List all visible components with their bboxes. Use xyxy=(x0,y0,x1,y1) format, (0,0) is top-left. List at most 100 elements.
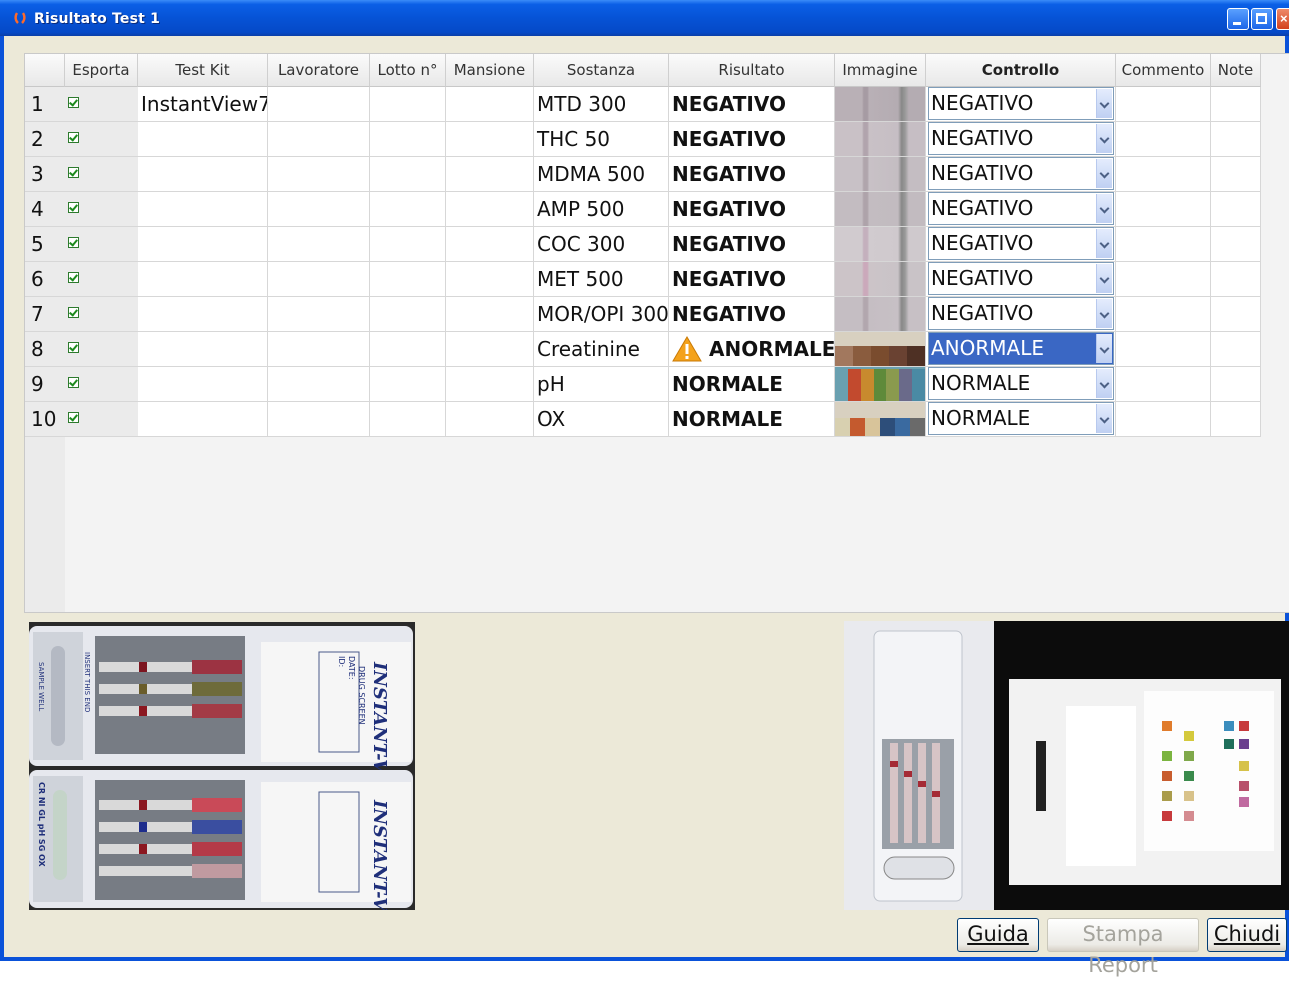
worker-cell[interactable] xyxy=(268,262,370,297)
note-cell[interactable] xyxy=(1211,262,1261,297)
lot-cell[interactable] xyxy=(370,157,446,192)
worker-cell[interactable] xyxy=(268,332,370,367)
role-cell[interactable] xyxy=(446,227,534,262)
checkbox-checked-icon[interactable] xyxy=(68,202,79,213)
worker-cell[interactable] xyxy=(268,192,370,227)
control-cell[interactable]: NEGATIVO xyxy=(926,122,1116,157)
table-row[interactable]: 7 MOR/OPI 300 NEGATIVO NEGATIVO xyxy=(25,297,1261,332)
chevron-down-icon[interactable] xyxy=(1096,334,1112,363)
note-cell[interactable] xyxy=(1211,157,1261,192)
chevron-down-icon[interactable] xyxy=(1096,124,1112,153)
export-checkbox[interactable] xyxy=(65,122,138,157)
chevron-down-icon[interactable] xyxy=(1096,264,1112,293)
control-cell[interactable]: NEGATIVO xyxy=(926,262,1116,297)
control-cell[interactable]: NEGATIVO xyxy=(926,192,1116,227)
table-row[interactable]: 6 MET 500 NEGATIVO NEGATIVO xyxy=(25,262,1261,297)
role-cell[interactable] xyxy=(446,262,534,297)
table-row[interactable]: 10 OX NORMALE NORMALE xyxy=(25,402,1261,437)
chevron-down-icon[interactable] xyxy=(1096,404,1112,433)
table-row[interactable]: 2 THC 50 NEGATIVO NEGATIVO xyxy=(25,122,1261,157)
export-checkbox[interactable] xyxy=(65,332,138,367)
lot-cell[interactable] xyxy=(370,122,446,157)
control-dropdown[interactable]: NEGATIVO xyxy=(928,192,1114,225)
table-row[interactable]: 5 COC 300 NEGATIVO NEGATIVO xyxy=(25,227,1261,262)
lot-cell[interactable] xyxy=(370,262,446,297)
table-row[interactable]: 3 MDMA 500 NEGATIVO NEGATIVO xyxy=(25,157,1261,192)
control-dropdown[interactable]: NEGATIVO xyxy=(928,262,1114,295)
col-header-controllo[interactable]: Controllo xyxy=(926,54,1116,87)
worker-cell[interactable] xyxy=(268,227,370,262)
close-button[interactable]: Chiudi xyxy=(1207,918,1287,952)
lot-cell[interactable] xyxy=(370,192,446,227)
checkbox-checked-icon[interactable] xyxy=(68,167,79,178)
role-cell[interactable] xyxy=(446,87,534,122)
comment-cell[interactable] xyxy=(1116,87,1211,122)
chevron-down-icon[interactable] xyxy=(1096,229,1112,258)
maximize-button[interactable] xyxy=(1251,8,1273,30)
worker-cell[interactable] xyxy=(268,87,370,122)
worker-cell[interactable] xyxy=(268,122,370,157)
lot-cell[interactable] xyxy=(370,367,446,402)
col-header-note[interactable]: Note xyxy=(1211,54,1261,87)
help-button[interactable]: Guida xyxy=(957,918,1039,952)
checkbox-checked-icon[interactable] xyxy=(68,412,79,423)
worker-cell[interactable] xyxy=(268,157,370,192)
col-header-esporta[interactable]: Esporta xyxy=(65,54,138,87)
export-checkbox[interactable] xyxy=(65,227,138,262)
export-checkbox[interactable] xyxy=(65,402,138,437)
note-cell[interactable] xyxy=(1211,227,1261,262)
lot-cell[interactable] xyxy=(370,402,446,437)
control-dropdown[interactable]: NEGATIVO xyxy=(928,297,1114,330)
worker-cell[interactable] xyxy=(268,367,370,402)
col-header-mansione[interactable]: Mansione xyxy=(446,54,534,87)
title-bar[interactable]: Risultato Test 1 × xyxy=(0,0,1289,36)
comment-cell[interactable] xyxy=(1116,297,1211,332)
close-window-button[interactable]: × xyxy=(1276,8,1289,30)
lot-cell[interactable] xyxy=(370,297,446,332)
col-header-sostanza[interactable]: Sostanza xyxy=(534,54,669,87)
control-cell[interactable]: NORMALE xyxy=(926,402,1116,437)
control-cell[interactable]: NEGATIVO xyxy=(926,157,1116,192)
col-header-test-kit[interactable]: Test Kit xyxy=(138,54,268,87)
role-cell[interactable] xyxy=(446,192,534,227)
minimize-button[interactable] xyxy=(1227,8,1249,30)
lot-cell[interactable] xyxy=(370,332,446,367)
table-row[interactable]: 4 AMP 500 NEGATIVO NEGATIVO xyxy=(25,192,1261,227)
comment-cell[interactable] xyxy=(1116,122,1211,157)
note-cell[interactable] xyxy=(1211,367,1261,402)
lot-cell[interactable] xyxy=(370,87,446,122)
checkbox-checked-icon[interactable] xyxy=(68,307,79,318)
checkbox-checked-icon[interactable] xyxy=(68,132,79,143)
comment-cell[interactable] xyxy=(1116,332,1211,367)
note-cell[interactable] xyxy=(1211,192,1261,227)
control-cell[interactable]: NEGATIVO xyxy=(926,87,1116,122)
col-header-risultato[interactable]: Risultato xyxy=(669,54,835,87)
note-cell[interactable] xyxy=(1211,122,1261,157)
control-dropdown[interactable]: NEGATIVO xyxy=(928,157,1114,190)
comment-cell[interactable] xyxy=(1116,192,1211,227)
col-header-commento[interactable]: Commento xyxy=(1116,54,1211,87)
export-checkbox[interactable] xyxy=(65,367,138,402)
note-cell[interactable] xyxy=(1211,87,1261,122)
col-header-lotto[interactable]: Lotto n° xyxy=(370,54,446,87)
col-header-lavoratore[interactable]: Lavoratore xyxy=(268,54,370,87)
chevron-down-icon[interactable] xyxy=(1096,369,1112,398)
chevron-down-icon[interactable] xyxy=(1096,299,1112,328)
table-row[interactable]: 1 InstantView7 MTD 300 NEGATIVO NEGATIVO xyxy=(25,87,1261,122)
export-checkbox[interactable] xyxy=(65,87,138,122)
table-row[interactable]: 8 Creatinine ANORMALE ANORMALE xyxy=(25,332,1261,367)
table-row[interactable]: 9 pH NORMALE NORMALE xyxy=(25,367,1261,402)
comment-cell[interactable] xyxy=(1116,402,1211,437)
role-cell[interactable] xyxy=(446,157,534,192)
control-dropdown[interactable]: ANORMALE xyxy=(928,332,1114,365)
note-cell[interactable] xyxy=(1211,402,1261,437)
control-dropdown[interactable]: NEGATIVO xyxy=(928,122,1114,155)
comment-cell[interactable] xyxy=(1116,262,1211,297)
checkbox-checked-icon[interactable] xyxy=(68,377,79,388)
checkbox-checked-icon[interactable] xyxy=(68,237,79,248)
print-report-button[interactable]: Stampa Report xyxy=(1047,918,1199,977)
export-checkbox[interactable] xyxy=(65,262,138,297)
control-dropdown[interactable]: NORMALE xyxy=(928,367,1114,400)
role-cell[interactable] xyxy=(446,367,534,402)
control-cell[interactable]: NEGATIVO xyxy=(926,297,1116,332)
